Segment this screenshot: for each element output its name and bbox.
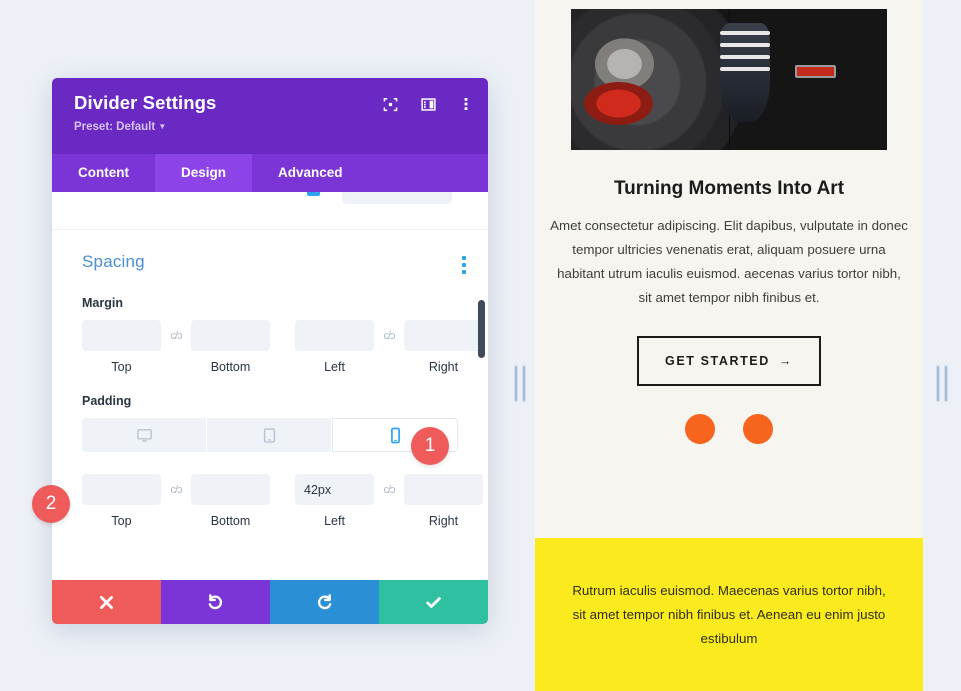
margin-bottom-label: Bottom (210, 360, 251, 374)
padding-right-label: Right (428, 514, 459, 528)
preview-yellow-text: Rutrum iaculis euismod. Maecenas varius … (572, 582, 886, 646)
link-broken-icon[interactable]: c/ɔ (161, 474, 191, 505)
margin-top-label: Top (111, 360, 132, 374)
padding-left-input[interactable] (295, 474, 374, 505)
arrow-right-icon: → (778, 354, 793, 368)
layout-panel-icon[interactable] (420, 96, 436, 112)
tab-content[interactable]: Content (52, 154, 155, 192)
partial-input-field[interactable] (342, 192, 452, 204)
preview-panel: Turning Moments Into Art Amet consectetu… (535, 0, 923, 691)
step-badge-1: 1 (411, 427, 449, 465)
margin-right-label: Right (428, 360, 459, 374)
section-title-spacing: Spacing (82, 252, 145, 271)
undo-button[interactable] (161, 580, 270, 624)
orange-dot[interactable] (685, 414, 715, 444)
shoe-detail (719, 23, 771, 122)
cancel-button[interactable] (52, 580, 161, 624)
phone-icon (390, 427, 400, 443)
resize-handle-left[interactable] (509, 365, 531, 402)
slider-knob[interactable] (307, 192, 320, 196)
preview-dot-row (535, 414, 923, 444)
padding-top-input[interactable] (82, 474, 161, 505)
partial-setting-row-above (52, 192, 488, 230)
hero-image (571, 9, 887, 150)
tab-advanced[interactable]: Advanced (252, 154, 369, 192)
preview-yellow-section: Rutrum iaculis euismod. Maecenas varius … (535, 538, 923, 691)
undo-icon (208, 593, 223, 609)
margin-label: Margin (82, 296, 123, 310)
margin-top-input[interactable] (82, 320, 161, 351)
device-tab-tablet[interactable] (207, 418, 332, 452)
check-icon (426, 596, 441, 608)
padding-field-group: Top c/ɔ Bottom Left (82, 474, 483, 528)
get-started-button[interactable]: GET STARTED → (637, 336, 821, 386)
redo-icon (317, 593, 332, 609)
tab-design[interactable]: Design (155, 154, 253, 192)
padding-bottom-input[interactable] (191, 474, 270, 505)
modal-tabs: Content Design Advanced (52, 154, 488, 192)
padding-right-input[interactable] (404, 474, 483, 505)
orange-dot[interactable] (743, 414, 773, 444)
modal-body: Spacing Margin Top c/ɔ Bottom Left c/ɔ R… (52, 192, 488, 580)
padding-left-label: Left (324, 514, 345, 528)
padding-top-label: Top (111, 514, 132, 528)
get-started-label: GET STARTED (665, 354, 770, 368)
margin-right-input[interactable] (404, 320, 483, 351)
app-root: Divider Settings Preset: Default ▼ Conte… (0, 0, 961, 691)
machine-handle-detail (795, 65, 837, 79)
step-badge-2: 2 (32, 485, 70, 523)
vertical-scrollbar[interactable] (478, 300, 485, 358)
tablet-icon (263, 427, 275, 443)
padding-label: Padding (82, 394, 132, 408)
preview-body-text: Amet consectetur adipiscing. Elit dapibu… (550, 218, 908, 305)
save-button[interactable] (379, 580, 488, 624)
preview-cta-wrapper: GET STARTED → (535, 336, 923, 386)
preset-label: Preset: Default (74, 121, 156, 133)
margin-field-group: Top c/ɔ Bottom Left c/ɔ Right (82, 320, 483, 374)
link-broken-icon[interactable]: c/ɔ (374, 474, 404, 505)
resize-handle-right[interactable] (931, 365, 953, 402)
margin-bottom-input[interactable] (191, 320, 270, 351)
padding-device-tabs (82, 418, 458, 452)
section-more-icon[interactable] (462, 256, 466, 277)
link-broken-icon[interactable]: c/ɔ (374, 320, 404, 351)
spacing-section: Spacing Margin Top c/ɔ Bottom Left c/ɔ R… (52, 230, 488, 528)
divider-settings-modal: Divider Settings Preset: Default ▼ Conte… (52, 78, 488, 624)
preview-heading: Turning Moments Into Art (613, 178, 845, 199)
device-tab-desktop[interactable] (82, 418, 207, 452)
modal-footer (52, 580, 488, 624)
more-vertical-icon[interactable] (458, 96, 474, 112)
redo-button[interactable] (270, 580, 379, 624)
padding-bottom-label: Bottom (210, 514, 251, 528)
margin-left-label: Left (324, 360, 345, 374)
focus-icon[interactable] (382, 96, 398, 112)
margin-left-input[interactable] (295, 320, 374, 351)
desktop-icon (136, 428, 152, 442)
preset-selector[interactable]: Preset: Default ▼ (74, 121, 470, 133)
chevron-down-icon: ▼ (158, 122, 167, 131)
modal-header-actions (382, 96, 474, 112)
link-broken-icon[interactable]: c/ɔ (161, 320, 191, 351)
close-icon (100, 595, 113, 609)
modal-header: Divider Settings Preset: Default ▼ (52, 78, 488, 154)
